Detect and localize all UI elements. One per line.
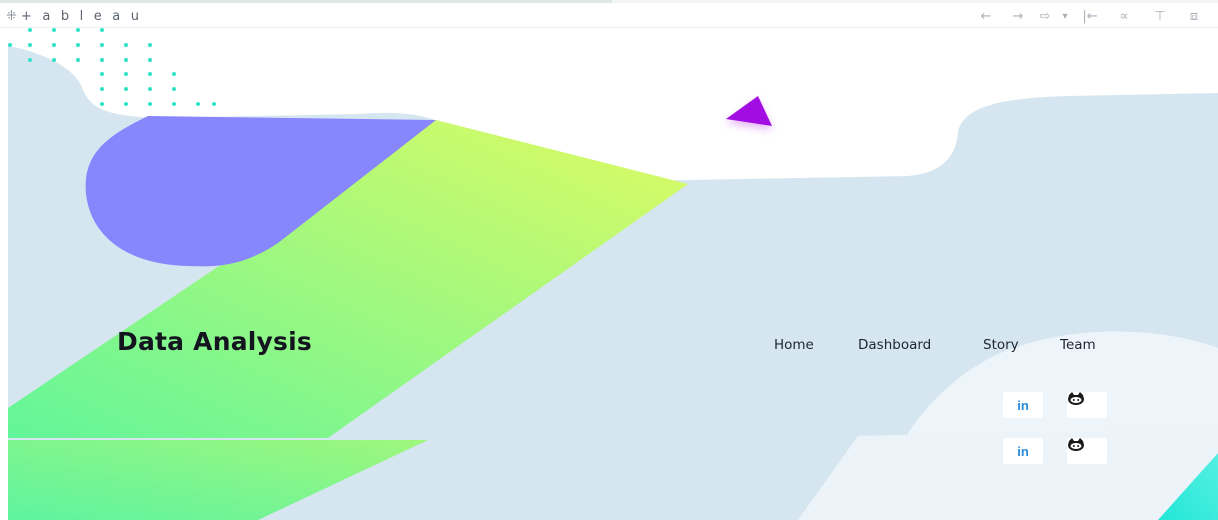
github-icon [1068,392,1084,405]
redo-icon[interactable]: → [1002,6,1034,26]
toolbar-actions: ← → ⇨ ▾ |← ∝ ⊤ ⧈ [970,6,1210,26]
linkedin-button[interactable]: in [1003,392,1043,418]
nav-home[interactable]: Home [774,337,814,353]
tableau-toolbar: ⁜ + a b l e a u ← → ⇨ ▾ |← ∝ ⊤ ⧈ [0,3,1218,28]
github-icon [1068,438,1084,451]
github-button[interactable] [1067,392,1107,418]
nav-team[interactable]: Team [1060,337,1096,353]
tableau-logo: ⁜ + a b l e a u [6,8,142,24]
linkedin-icon: in [1017,397,1029,413]
dropdown-icon[interactable]: ▾ [1056,6,1074,26]
share-icon[interactable]: ∝ [1106,6,1142,26]
undo-icon[interactable]: ← [970,6,1002,26]
tableau-logo-mark-icon: ⁜ [6,8,17,24]
dashboard-canvas: Data Analysis Home Dashboard Story Team … [8,28,1218,520]
tableau-logo-text: + a b l e a u [20,8,143,24]
nav-story[interactable]: Story [983,337,1019,353]
revert-icon[interactable]: ⇨ [1034,6,1056,26]
github-button-secondary[interactable] [1067,438,1107,464]
download-icon[interactable]: ⊤ [1142,6,1178,26]
linkedin-icon: in [1017,443,1029,459]
purple-triangle-shape [726,96,772,126]
fullscreen-icon[interactable]: ⧈ [1178,6,1210,26]
reset-icon[interactable]: |← [1074,6,1106,26]
linkedin-button-secondary[interactable]: in [1003,438,1043,464]
main-nav: Home Dashboard Story Team [8,337,1218,357]
nav-dashboard[interactable]: Dashboard [858,337,931,353]
